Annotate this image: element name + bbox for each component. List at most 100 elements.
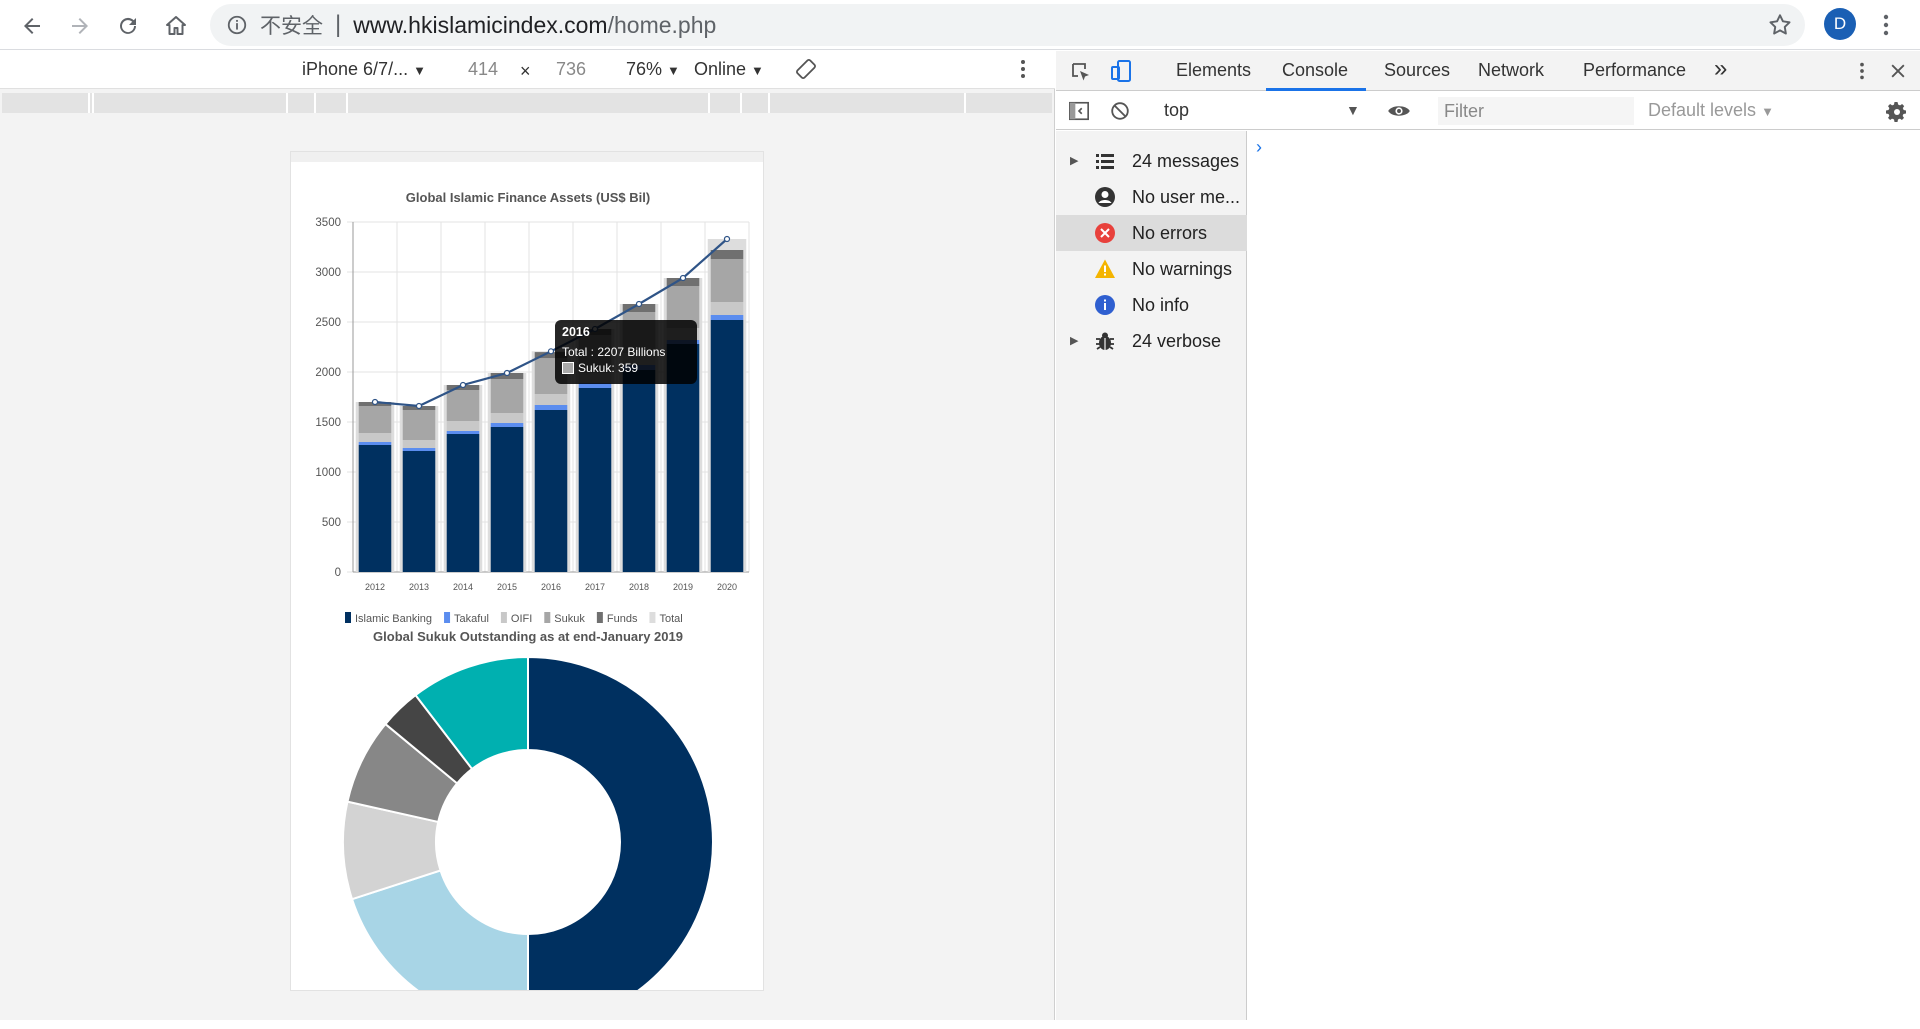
x-tick-label: 2014: [453, 582, 473, 592]
sidebar-item-label: No user me...: [1132, 187, 1241, 207]
donut-slice: [527, 655, 714, 990]
tooltip-swatch: [562, 362, 574, 374]
y-tick-label: 2000: [315, 367, 341, 379]
device-more-icon[interactable]: [1020, 57, 1026, 86]
sidebar-item-errors[interactable]: No errors: [1056, 215, 1247, 251]
bookmark-star-icon[interactable]: [1765, 10, 1795, 40]
sidebar-item-user-messages[interactable]: No user me...: [1056, 179, 1247, 215]
sidebar-item-info[interactable]: No info: [1056, 287, 1247, 323]
x-tick-label: 2016: [541, 582, 561, 592]
tab-console[interactable]: Console: [1282, 60, 1348, 81]
bar-segment: [710, 302, 744, 315]
total-point: [547, 348, 555, 355]
clear-console-icon[interactable]: [1108, 99, 1132, 123]
legend-label: Sukuk: [554, 613, 585, 625]
url-host: www.hkislamicindex.com: [353, 11, 608, 38]
bar-segment: [710, 315, 744, 320]
console-filter-input[interactable]: [1438, 97, 1634, 125]
legend-swatch: [444, 612, 451, 623]
expand-triangle-icon[interactable]: ▶: [1070, 334, 1078, 347]
bar-segment: [578, 388, 612, 572]
live-expression-eye-icon[interactable]: [1384, 99, 1414, 123]
more-tabs-icon[interactable]: »: [1714, 55, 1727, 83]
close-devtools-icon[interactable]: [1886, 59, 1910, 83]
active-tab-indicator: [1266, 88, 1366, 91]
inspect-element-icon[interactable]: [1068, 59, 1094, 85]
tab-performance[interactable]: Performance: [1583, 60, 1686, 81]
x-tick-label: 2012: [365, 582, 385, 592]
bug-icon: [1094, 330, 1116, 352]
media-query-ruler[interactable]: [2, 93, 1052, 113]
x-tick-label: 2013: [409, 582, 429, 592]
network-throttle-select[interactable]: Online ▼: [694, 59, 764, 80]
device-select[interactable]: iPhone 6/7/... ▼: [302, 59, 426, 80]
log-levels-select[interactable]: Default levels ▼: [1648, 100, 1774, 121]
bar-segment: [446, 431, 480, 434]
devtools-panel: Elements Console Sources Network Perform…: [1056, 51, 1920, 1020]
device-width-input[interactable]: 414: [468, 59, 498, 80]
sidebar-item-messages[interactable]: ▶ 24 messages: [1056, 143, 1247, 179]
x-tick-label: 2018: [629, 582, 649, 592]
console-prompt[interactable]: ›: [1256, 137, 1262, 158]
total-point: [679, 274, 687, 282]
legend-label: Funds: [607, 613, 638, 625]
bar-segment: [490, 427, 524, 572]
sukuk-donut-chart[interactable]: [291, 652, 764, 991]
sidebar-item-verbose[interactable]: ▶ 24 verbose: [1056, 323, 1247, 359]
home-icon[interactable]: [156, 6, 196, 46]
legend-label: Takaful: [454, 613, 489, 625]
context-dropdown-icon[interactable]: ▼: [1346, 102, 1360, 118]
sidebar-item-warnings[interactable]: No warnings: [1056, 251, 1247, 287]
info-icon[interactable]: [224, 12, 250, 38]
bar-segment: [402, 448, 436, 451]
security-label: 不安全: [260, 14, 323, 38]
back-icon[interactable]: [12, 6, 52, 46]
console-settings-gear-icon[interactable]: [1884, 99, 1910, 125]
legend-swatch: [649, 612, 656, 623]
profile-avatar[interactable]: D: [1824, 8, 1856, 40]
y-tick-label: 1000: [315, 467, 341, 479]
console-filter-bar: top ▼ Default levels ▼: [1056, 92, 1920, 130]
sidebar-item-label: No errors: [1132, 223, 1208, 243]
bar-segment: [446, 421, 480, 431]
y-tick-label: 0: [335, 567, 341, 579]
rotate-icon[interactable]: [794, 57, 818, 86]
legend-label: Islamic Banking: [355, 613, 432, 625]
address-bar[interactable]: 不安全 | www.hkislamicindex.com /home.php: [210, 4, 1805, 46]
context-select[interactable]: top: [1164, 100, 1189, 121]
tab-network[interactable]: Network: [1478, 60, 1544, 81]
bar-segment: [402, 440, 436, 448]
bar-segment: [402, 451, 436, 572]
sukuk-chart-title: Global Sukuk Outstanding as at end-Janua…: [373, 629, 683, 644]
tab-elements[interactable]: Elements: [1176, 60, 1251, 81]
reload-icon[interactable]: [108, 6, 148, 46]
total-point: [459, 381, 467, 389]
sidebar-item-label: No info: [1132, 295, 1190, 315]
assets-bar-chart[interactable]: 0 500 1000 1500 2000 2500 3000 3500 2012 2013 2014…: [291, 202, 764, 632]
bar-segment: [534, 394, 568, 405]
bar-segment: [358, 445, 392, 572]
legend-swatch: [500, 612, 507, 623]
device-viewport[interactable]: Global Islamic Finance Assets (US$ Bil) …: [290, 151, 764, 991]
tab-sources[interactable]: Sources: [1384, 60, 1450, 81]
y-tick-label: 1500: [315, 417, 341, 429]
y-tick-label: 500: [322, 517, 341, 529]
sidebar-toggle-icon[interactable]: [1066, 99, 1092, 123]
tooltip-year: 2016: [562, 325, 590, 339]
warning-icon: [1094, 258, 1116, 280]
bar-segment: [622, 370, 656, 572]
legend-swatch: [596, 612, 603, 623]
tooltip-sukuk-text: Sukuk: 359: [578, 361, 639, 375]
device-height-input[interactable]: 736: [556, 59, 586, 80]
url-path: /home.php: [607, 11, 717, 38]
device-toggle-icon[interactable]: [1108, 57, 1134, 85]
expand-triangle-icon[interactable]: ▶: [1070, 154, 1078, 167]
sidebar-item-label: No warnings: [1132, 259, 1233, 279]
legend-label: OIFI: [511, 613, 532, 625]
forward-icon[interactable]: [60, 6, 100, 46]
zoom-select[interactable]: 76% ▼: [626, 59, 680, 80]
chrome-menu-icon[interactable]: [1870, 8, 1902, 42]
bar-segment: [490, 423, 524, 427]
y-tick-label: 3000: [315, 267, 341, 279]
devtools-menu-icon[interactable]: [1852, 59, 1872, 83]
